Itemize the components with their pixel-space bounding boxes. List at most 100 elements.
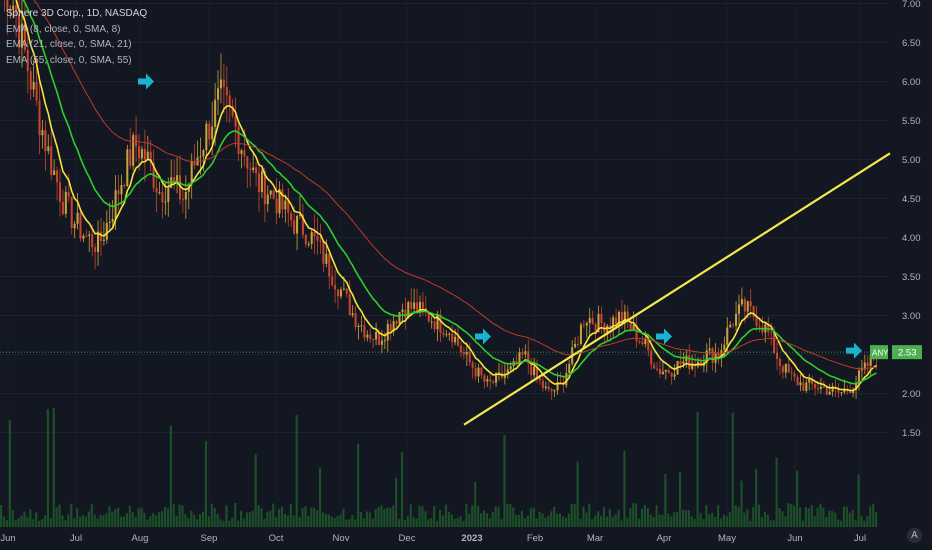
volume-bar <box>181 505 184 527</box>
volume-bar <box>479 513 483 527</box>
volume-bar <box>395 477 398 527</box>
candle <box>307 243 310 245</box>
candle <box>726 327 729 345</box>
candle <box>802 382 805 391</box>
volume-bar <box>0 505 3 527</box>
volume-bar <box>760 517 764 527</box>
candle <box>304 234 307 245</box>
volume-bar <box>149 515 152 527</box>
candle <box>729 324 732 328</box>
volume-bar <box>837 519 840 527</box>
candle <box>243 150 246 157</box>
volume-bar <box>491 511 494 527</box>
candle <box>770 332 773 334</box>
volume-bar <box>172 504 175 527</box>
volume-bar <box>225 505 228 527</box>
candle <box>840 392 843 394</box>
candle <box>615 317 618 325</box>
candle <box>337 289 340 297</box>
volume-bar <box>278 508 281 527</box>
volume-bar <box>122 516 126 527</box>
volume-bar <box>175 515 178 527</box>
volume-bar <box>834 512 837 527</box>
candle <box>310 232 313 244</box>
candle <box>351 313 354 316</box>
candle <box>737 304 741 314</box>
candle <box>454 336 457 343</box>
candle <box>290 213 293 221</box>
volume-bar <box>386 507 389 527</box>
candle <box>743 299 746 312</box>
candle <box>398 312 401 324</box>
volume-bar <box>193 514 196 527</box>
volume-bar <box>424 511 427 527</box>
candle <box>266 194 269 205</box>
volume-bar <box>494 506 497 527</box>
volume-bar <box>439 509 442 527</box>
volume-bar <box>731 412 734 527</box>
volume-bar <box>310 507 313 527</box>
volume-bar <box>357 443 360 527</box>
x-tick-label: Apr <box>657 533 672 544</box>
volume-bar <box>708 514 711 527</box>
candle <box>357 325 360 327</box>
x-tick-label: Jun <box>787 533 802 544</box>
volume-bar <box>389 508 392 527</box>
volume-bar <box>556 513 559 527</box>
volume-bar <box>860 515 863 527</box>
candle <box>108 221 111 224</box>
candle <box>135 135 138 147</box>
volume-bar <box>266 511 269 527</box>
volume-bar <box>585 512 588 527</box>
volume-bar <box>289 503 292 527</box>
volume-bar <box>222 520 225 527</box>
candle <box>252 167 255 170</box>
candle <box>486 379 489 382</box>
volume-bar <box>2 516 6 527</box>
volume-bar <box>523 518 526 527</box>
candle <box>638 341 641 343</box>
candle <box>644 339 647 345</box>
volume-bar <box>872 503 875 527</box>
volume-bar <box>392 505 395 527</box>
indicator-ema-55[interactable]: EMA (55, close, 0, SMA, 55) <box>6 53 147 69</box>
volume-bar <box>58 504 61 527</box>
candle <box>492 381 495 383</box>
candle <box>123 185 126 187</box>
candle <box>313 232 316 237</box>
volume-bar <box>427 519 430 527</box>
volume-bar <box>114 508 117 527</box>
volume-bar <box>140 507 143 527</box>
candle <box>673 374 676 377</box>
volume-bar <box>705 505 708 527</box>
tradingview-logo-icon[interactable]: A <box>907 528 922 543</box>
candle <box>808 378 811 383</box>
volume-bar <box>687 510 690 527</box>
volume-bar <box>365 511 368 527</box>
volume-bar <box>796 470 799 527</box>
candle <box>237 126 240 154</box>
candle <box>173 177 176 182</box>
candle <box>451 333 454 343</box>
volume-bar <box>345 519 348 527</box>
volume-bar <box>163 506 167 527</box>
volume-bar <box>693 518 696 527</box>
volume-bar <box>509 504 512 527</box>
indicator-ema-8[interactable]: EMA (8, close, 0, SMA, 8) <box>6 22 147 38</box>
symbol-title[interactable]: Sphere 3D Corp., 1D, NASDAQ <box>6 6 147 22</box>
candle <box>240 150 243 154</box>
candle <box>776 352 779 360</box>
volume-bar <box>412 517 415 527</box>
volume-bar <box>614 514 617 527</box>
volume-bar <box>418 505 421 527</box>
volume-bar <box>857 474 860 527</box>
indicator-ema-21[interactable]: EMA (21, close, 0, SMA, 21) <box>6 37 147 53</box>
volume-bar <box>661 515 664 527</box>
x-tick-label: Jun <box>0 533 15 544</box>
candle <box>489 379 492 382</box>
volume-bar <box>362 518 366 527</box>
price-chart[interactable]: 1.502.002.503.003.504.004.505.005.506.00… <box>0 0 932 550</box>
volume-bar <box>316 510 319 527</box>
candle <box>222 79 225 88</box>
candle <box>56 170 59 183</box>
